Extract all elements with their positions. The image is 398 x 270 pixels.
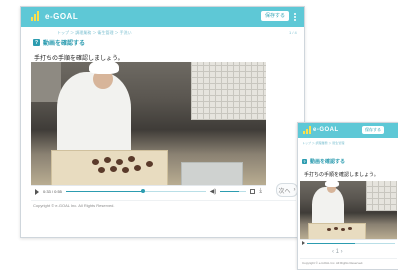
progress-knob[interactable] [140,189,145,193]
video-time: 0:33 / 0:55 [43,189,62,194]
logo-bars-icon [31,11,41,21]
desktop-window: e-GOAL 保存する トップ ＞ 調理業務 ＞ 衛生管理 ＞ 手洗い 1 / … [20,6,305,238]
tray [308,223,366,239]
tile-wall [191,62,266,120]
mobile-save-button[interactable]: 保存する [362,126,384,134]
mobile-header-bar: e-GOAL 保存する [298,123,398,138]
video-controls: 0:33 / 0:55 ◀) ⤓ [31,185,266,197]
mobile-video-controls [300,239,397,246]
brand-logo[interactable]: e-GOAL [31,11,78,21]
mobile-question-text: 手打ちの手順を確認しましょう。 [304,172,379,178]
chef-hat [325,181,339,187]
save-button[interactable]: 保存する [261,11,290,21]
mobile-brand-logo[interactable]: e-GOAL [303,126,339,134]
mobile-pager[interactable]: ‹ 1 › [332,249,343,255]
fullscreen-icon[interactable] [250,189,256,194]
progress-fill [65,191,143,192]
progress-fill [307,242,356,244]
mobile-section-title: 動画を確認する [310,159,346,165]
mobile-copyright: Copyright © e-GOAL Inc. All Rights Reser… [302,261,364,265]
section-heading: ? 動画を確認する [33,38,85,47]
side-tray [181,162,243,185]
next-button[interactable]: 次へ › [276,183,298,197]
question-text: 手打ちの手順を確認しましょう。 [34,56,124,62]
video-player[interactable] [31,62,266,185]
background-shelf [31,62,61,102]
next-label: 次へ [278,188,291,195]
mobile-brand-name: e-GOAL [313,127,339,133]
tile-wall [366,181,397,211]
question-icon: ? [33,39,40,46]
divider [31,200,296,201]
logo-bars-icon [303,126,311,134]
section-title: 動画を確認する [43,41,86,47]
progress-track[interactable] [65,189,206,193]
page-counter: 1 / 4 [289,30,297,35]
chevron-right-icon: › [293,187,296,193]
volume-icon[interactable]: ◀) [210,188,217,195]
question-icon: ? [302,159,307,164]
copyright: Copyright © e-GOAL Inc. All Rights Reser… [33,203,115,208]
chef-figure [57,72,131,162]
volume-fill [220,191,239,192]
chef-hat [89,62,119,74]
brand-name: e-GOAL [45,11,79,21]
download-icon[interactable]: ⤓ [259,188,262,195]
mobile-breadcrumb[interactable]: トップ ＞ 調理業務 ＞ 衛生管理 [302,141,344,145]
mobile-video-player[interactable] [300,181,397,239]
mobile-progress-track[interactable] [307,242,395,244]
kebab-menu-icon[interactable] [294,13,296,21]
mobile-window: e-GOAL 保存する トップ ＞ 調理業務 ＞ 衛生管理 ? 動画を確認する … [297,122,398,270]
mobile-section-heading: ? 動画を確認する [302,158,345,165]
header-bar: e-GOAL 保存する [21,7,304,27]
play-icon[interactable] [35,188,39,195]
divider [300,258,397,259]
breadcrumb[interactable]: トップ ＞ 調理業務 ＞ 衛生管理 ＞ 手洗い [57,30,132,36]
tray [51,150,168,185]
volume-slider[interactable] [220,191,247,192]
play-icon[interactable] [302,241,305,245]
